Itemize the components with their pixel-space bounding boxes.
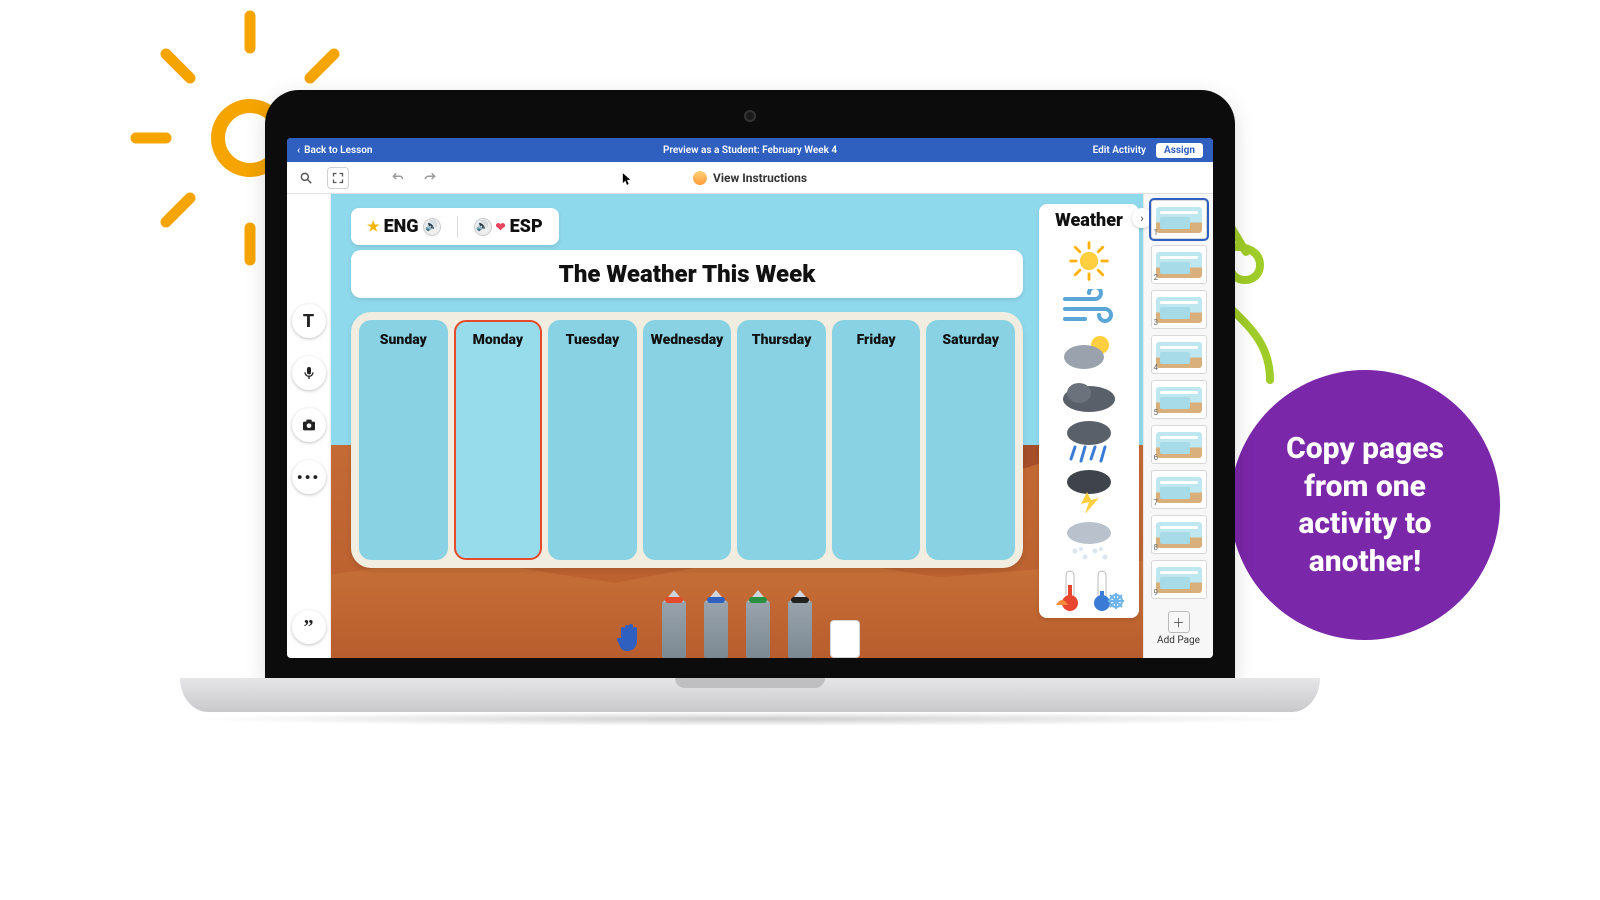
fullscreen-icon[interactable] (327, 167, 349, 189)
weather-windy-icon[interactable] (1049, 289, 1129, 325)
app-screen: ‹ Back to Lesson Preview as a Student: F… (287, 138, 1213, 658)
page-thumb-7[interactable]: 7 (1151, 470, 1207, 509)
camera-tool[interactable] (292, 408, 326, 442)
week-grid-wrap: Sunday Monday Tuesday Wednesday Thursday… (351, 312, 1023, 568)
editor-toolbar: View Instructions (287, 162, 1213, 194)
heart-icon: ❤ (496, 220, 506, 234)
back-label: Back to Lesson (304, 145, 372, 156)
weather-palette: Weather (1039, 204, 1139, 618)
callout-bubble: Copy pages from one activity to another! (1230, 370, 1500, 640)
page-thumb-1[interactable]: 1 (1151, 200, 1207, 239)
page-thumb-3[interactable]: 3 (1151, 290, 1207, 329)
preview-title: Preview as a Student: February Week 4 (663, 145, 837, 156)
lang-esp-button[interactable]: 🔊 ❤ ESP (468, 214, 549, 239)
camera-dot (746, 112, 754, 120)
laptop-frame: ‹ Back to Lesson Preview as a Student: F… (265, 90, 1235, 710)
add-page-label: Add Page (1157, 635, 1200, 646)
day-wednesday[interactable]: Wednesday (643, 320, 732, 560)
cursor-icon (622, 172, 632, 186)
move-hand-tool[interactable] (614, 618, 644, 658)
page-thumb-2[interactable]: 2 (1151, 245, 1207, 284)
lang-esp-label: ESP (510, 216, 543, 237)
speaker-icon[interactable]: 🔊 (474, 218, 492, 236)
laptop-base (180, 678, 1320, 712)
worksheet-title: The Weather This Week (351, 250, 1023, 298)
text-tool[interactable]: T (292, 304, 326, 338)
day-tuesday[interactable]: Tuesday (548, 320, 637, 560)
weather-partly-cloudy-icon[interactable] (1049, 331, 1129, 371)
pen-green[interactable] (746, 600, 770, 658)
weather-cloudy-icon[interactable] (1049, 377, 1129, 413)
assign-button[interactable]: Assign (1156, 143, 1203, 158)
week-grid: Sunday Monday Tuesday Wednesday Thursday… (359, 320, 1015, 560)
language-panel: ★ ENG 🔊 🔊 ❤ ESP (351, 208, 559, 245)
day-sunday[interactable]: Sunday (359, 320, 448, 560)
page-thumb-6[interactable]: 6 (1151, 425, 1207, 464)
next-page-chip[interactable]: › (1132, 208, 1152, 228)
lang-eng-label: ENG (384, 216, 419, 237)
page-thumb-4[interactable]: 4 (1151, 335, 1207, 374)
mic-tool[interactable] (292, 356, 326, 390)
view-instructions-button[interactable]: View Instructions (693, 171, 807, 185)
weather-thermometer-icon[interactable] (1049, 569, 1129, 613)
page-thumb-9[interactable]: 9 (1151, 560, 1207, 599)
back-to-lesson-link[interactable]: ‹ Back to Lesson (297, 145, 373, 156)
weather-sunny-icon[interactable] (1049, 239, 1129, 283)
left-tool-rail: T ••• ” (287, 194, 331, 658)
day-friday[interactable]: Friday (832, 320, 921, 560)
instructions-icon (693, 171, 707, 185)
pen-red[interactable] (662, 600, 686, 658)
pen-black[interactable] (788, 600, 812, 658)
weather-snowy-icon[interactable] (1049, 519, 1129, 563)
star-icon: ★ (367, 219, 380, 235)
day-saturday[interactable]: Saturday (926, 320, 1015, 560)
day-monday[interactable]: Monday (454, 320, 543, 560)
redo-icon[interactable] (419, 167, 441, 189)
chevron-left-icon: ‹ (297, 145, 300, 156)
palette-title: Weather (1055, 210, 1123, 231)
speaker-icon[interactable]: 🔊 (423, 218, 441, 236)
page-thumb-8[interactable]: 8 (1151, 515, 1207, 554)
lang-eng-button[interactable]: ★ ENG 🔊 (361, 214, 447, 239)
worksheet-canvas[interactable]: ★ ENG 🔊 🔊 ❤ ESP The Weather This Week (331, 194, 1143, 658)
page-sidebar: › 1 2 3 4 5 6 7 8 9 ＋ Add Page (1143, 194, 1213, 658)
undo-icon[interactable] (387, 167, 409, 189)
edit-activity-link[interactable]: Edit Activity (1093, 145, 1146, 156)
weather-rainy-icon[interactable] (1049, 419, 1129, 463)
weather-thunder-icon[interactable] (1049, 469, 1129, 513)
callout-text: Copy pages from one activity to another! (1260, 430, 1470, 580)
view-instructions-label: View Instructions (713, 171, 807, 185)
more-tool[interactable]: ••• (292, 460, 326, 494)
quote-tool[interactable]: ” (292, 610, 326, 644)
zoom-icon[interactable] (295, 167, 317, 189)
app-topbar: ‹ Back to Lesson Preview as a Student: F… (287, 138, 1213, 162)
day-thursday[interactable]: Thursday (737, 320, 826, 560)
page-thumb-5[interactable]: 5 (1151, 380, 1207, 419)
pen-tray (614, 588, 860, 658)
add-page-button[interactable]: ＋ Add Page (1149, 605, 1209, 652)
pen-blue[interactable] (704, 600, 728, 658)
eraser-tool[interactable] (830, 620, 860, 658)
add-page-icon: ＋ (1168, 611, 1190, 633)
